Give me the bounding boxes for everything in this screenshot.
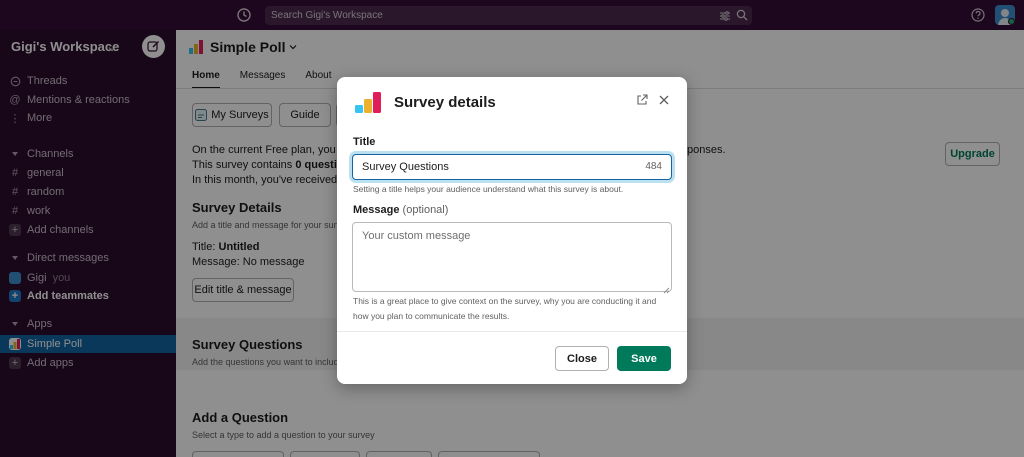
simple-poll-logo-icon <box>354 91 382 115</box>
external-link-icon[interactable] <box>636 94 648 106</box>
message-hint-line1: This is a great place to give context on… <box>353 296 657 306</box>
title-input[interactable] <box>362 155 622 179</box>
close-icon[interactable] <box>658 94 670 106</box>
modal-footer-divider <box>337 331 687 332</box>
title-field[interactable]: 484 <box>352 154 672 180</box>
message-textarea[interactable] <box>352 222 672 292</box>
message-hint-line2: how you plan to communicate the results. <box>353 311 510 321</box>
modal-title: Survey details <box>394 94 496 111</box>
title-field-label: Title <box>353 136 376 148</box>
survey-details-modal: Survey details Title 484 Setting a title… <box>337 77 687 384</box>
resize-handle-icon[interactable] <box>663 283 670 294</box>
title-char-count: 484 <box>645 161 662 172</box>
close-button[interactable]: Close <box>555 346 609 371</box>
message-field-label: Message (optional) <box>353 204 449 216</box>
save-button[interactable]: Save <box>617 346 671 371</box>
title-hint: Setting a title helps your audience unde… <box>353 184 624 194</box>
